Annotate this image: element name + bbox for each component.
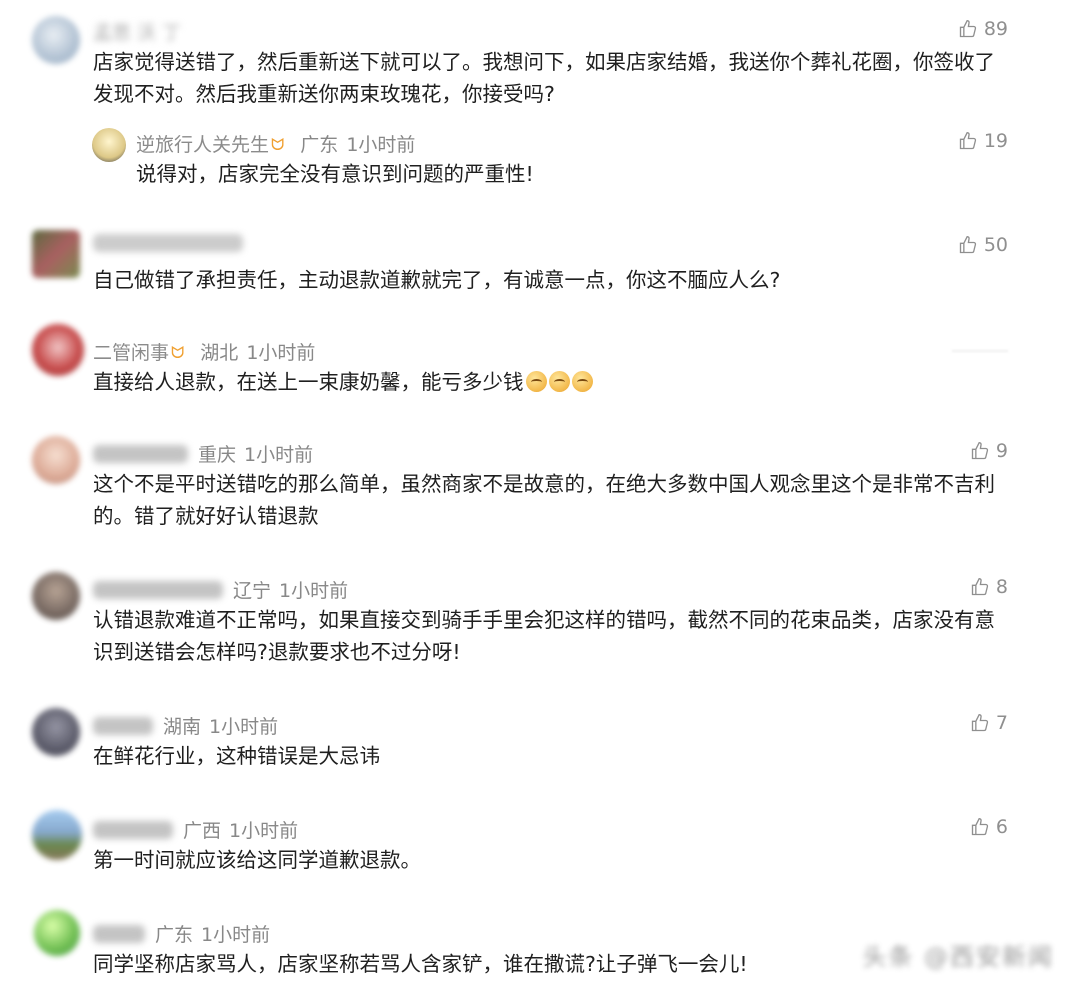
- like-button[interactable]: 19: [958, 130, 1008, 152]
- like-button[interactable]: 89: [958, 18, 1008, 40]
- thumbs-up-icon: [959, 235, 976, 254]
- timestamp: 1小时前: [246, 342, 316, 364]
- comment-meta: 广东 1小时前: [93, 920, 270, 947]
- comment-text: 店家觉得送错了，然后重新送下就可以了。我想问下，如果店家结婚，我送你个葬礼花圈，…: [93, 50, 995, 106]
- timestamp: 1小时前: [209, 716, 279, 738]
- avatar[interactable]: [34, 910, 80, 956]
- thumbs-up-icon: [971, 713, 989, 732]
- thumbs-up-icon: [971, 817, 989, 836]
- avatar[interactable]: [32, 572, 80, 620]
- avatar[interactable]: [32, 16, 80, 64]
- like-button[interactable]: 9: [970, 440, 1008, 462]
- comment-text: 这个不是平时送错吃的那么简单，虽然商家不是故意的，在绝大多数中国人观念里这个是非…: [93, 472, 995, 528]
- like-count: 50: [983, 234, 1008, 256]
- avatar[interactable]: [92, 128, 126, 162]
- like-count: 9: [995, 440, 1008, 462]
- timestamp: 1小时前: [346, 134, 416, 156]
- comment-text: 自己做错了承担责任，主动退款道歉就完了，有诚意一点，你这不腼应人么?: [93, 268, 781, 292]
- username[interactable]: 孟思 沃 丁: [93, 22, 181, 44]
- emoji-icon: [525, 371, 547, 392]
- comment-meta: 二管闲事 ᗢ 湖北 1小时前: [93, 338, 315, 365]
- vip-badge-icon: ᗢ: [171, 343, 185, 362]
- location: 广东: [300, 134, 339, 156]
- like-button[interactable]: 8: [970, 576, 1008, 598]
- location: 辽宁: [233, 580, 272, 602]
- emoji-icon: [548, 371, 570, 392]
- username[interactable]: 二管闲事: [93, 342, 169, 364]
- like-button[interactable]: 6: [970, 816, 1008, 838]
- comment-text: 第一时间就应该给这同学道歉退款。: [93, 848, 421, 872]
- username[interactable]: 逆旅行人关先生: [136, 134, 269, 156]
- like-count: 8: [995, 576, 1008, 598]
- vip-badge-icon: ᗢ: [271, 135, 285, 154]
- timestamp: 1小时前: [229, 820, 299, 842]
- location: 湖南: [163, 716, 202, 738]
- username[interactable]: [93, 581, 223, 599]
- comment-text-content: 直接给人退款，在送上一束康奶馨，能亏多少钱: [93, 370, 524, 394]
- like-count: 89: [983, 18, 1008, 40]
- username[interactable]: [93, 717, 153, 735]
- location: 重庆: [198, 444, 237, 466]
- thumbs-up-icon: [959, 19, 976, 38]
- watermark: 头条 @西安新闻: [862, 943, 1054, 971]
- location: 湖北: [200, 342, 239, 364]
- comment-meta: 辽宁 1小时前: [93, 576, 348, 603]
- username[interactable]: [93, 445, 188, 463]
- like-button[interactable]: 7: [970, 712, 1008, 734]
- avatar[interactable]: [32, 708, 80, 756]
- location: 广西: [183, 820, 222, 842]
- like-button[interactable]: 50: [958, 234, 1008, 256]
- thumbs-up-icon: [971, 441, 989, 460]
- comment-text: 在鲜花行业，这种错误是大忌讳: [93, 744, 380, 768]
- comment-meta: [93, 234, 243, 257]
- avatar[interactable]: [32, 436, 80, 484]
- comment-meta: 孟思 沃 丁: [93, 18, 181, 45]
- avatar[interactable]: [32, 324, 84, 376]
- comment-meta: 重庆 1小时前: [93, 440, 313, 467]
- thumbs-up-icon: [971, 577, 989, 596]
- comment-text: 说得对，店家完全没有意识到问题的严重性!: [136, 162, 534, 186]
- thumbs-up-icon: [959, 131, 976, 150]
- like-count: 19: [983, 130, 1008, 152]
- comment-meta: 逆旅行人关先生 ᗢ 广东 1小时前: [136, 130, 415, 157]
- comment-text: 认错退款难道不正常吗，如果直接交到骑手手里会犯这样的错吗，截然不同的花束品类，店…: [93, 608, 995, 664]
- emoji-icon: [571, 371, 593, 392]
- timestamp: 1小时前: [201, 924, 271, 946]
- avatar[interactable]: [32, 230, 80, 278]
- timestamp: 1小时前: [244, 444, 314, 466]
- divider: [952, 350, 1008, 352]
- like-count: 6: [995, 816, 1008, 838]
- username[interactable]: [93, 925, 145, 943]
- timestamp: 1小时前: [279, 580, 349, 602]
- comment-text: 直接给人退款，在送上一束康奶馨，能亏多少钱: [93, 366, 1008, 398]
- comment-meta: 广西 1小时前: [93, 816, 298, 843]
- username[interactable]: [93, 234, 243, 252]
- comment-meta: 湖南 1小时前: [93, 712, 278, 739]
- location: 广东: [155, 924, 194, 946]
- like-count: 7: [995, 712, 1008, 734]
- avatar[interactable]: [32, 810, 82, 860]
- username[interactable]: [93, 821, 173, 839]
